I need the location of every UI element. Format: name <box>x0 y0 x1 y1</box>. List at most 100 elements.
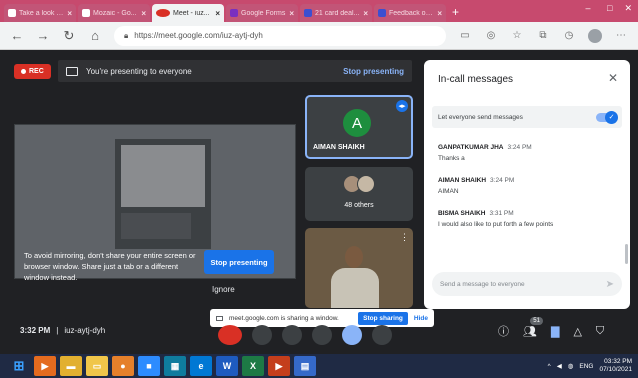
forms-favicon <box>230 9 238 17</box>
close-icon[interactable]: ✕ <box>608 71 618 85</box>
window-icon <box>216 315 223 321</box>
message-time: 3:31 PM <box>489 210 514 217</box>
present-screen-icon <box>66 66 78 76</box>
clock-date: 07/10/2021 <box>599 366 632 373</box>
volume-icon[interactable]: ◀ <box>557 362 562 370</box>
photos-icon[interactable]: ▦ <box>164 356 186 376</box>
minimize-button[interactable]: – <box>581 3 595 14</box>
excel-icon[interactable]: X <box>242 356 264 376</box>
message-header: GANPATKUMAR JHA 3:24 PM <box>438 144 618 151</box>
home-icon[interactable]: ⌂ <box>88 28 102 43</box>
host-controls-icon[interactable]: ⛉ <box>596 325 604 338</box>
close-icon[interactable]: × <box>363 9 368 18</box>
activities-icon[interactable]: △ <box>573 325 581 338</box>
participant-tile-aiman[interactable]: A ◂▸ AIMAN SHAIKH <box>305 95 413 159</box>
browser-tab[interactable]: Take a look at... × <box>4 4 76 22</box>
close-icon[interactable]: × <box>215 9 220 18</box>
meeting-code: iuz-aytj-dyh <box>64 326 106 335</box>
participant-name: AIMAN SHAIKH <box>313 144 365 151</box>
back-icon[interactable]: ← <box>10 28 24 43</box>
forward-icon[interactable]: → <box>36 28 50 43</box>
zoom-icon[interactable]: ■ <box>138 356 160 376</box>
message-input[interactable]: Send a message to everyone ➤ <box>432 272 622 296</box>
stop-presenting-link[interactable]: Stop presenting <box>343 67 404 76</box>
taskbar-clock[interactable]: 03:32 PM 07/10/2021 <box>599 358 632 374</box>
reload-icon[interactable]: ↻ <box>62 28 76 44</box>
check-icon: ✓ <box>605 110 618 124</box>
window-controls: – □ ✕ <box>581 3 633 14</box>
edge-icon[interactable]: e <box>190 356 212 376</box>
captions-button[interactable] <box>312 325 332 345</box>
browser-tab[interactable]: Feedback on... × <box>374 4 446 22</box>
scrollbar[interactable] <box>625 244 628 264</box>
profile-avatar[interactable] <box>588 28 602 43</box>
doc-favicon <box>378 9 386 17</box>
shared-window-preview <box>115 139 211 249</box>
tray-arrow-icon[interactable]: ^ <box>548 363 551 370</box>
browser-tab-active[interactable]: Meet - iuz... × <box>0 4 224 58</box>
app-icon[interactable]: ▤ <box>294 356 316 376</box>
language-indicator[interactable]: ENG <box>579 363 593 370</box>
stop-sharing-button[interactable]: Stop sharing <box>358 311 408 325</box>
clock-time: 03:32 PM <box>604 358 632 365</box>
let-everyone-send-setting: Let everyone send messages ✓ <box>432 106 622 128</box>
presenting-text: You're presenting to everyone <box>86 66 192 76</box>
extension-icon[interactable]: ◎ <box>484 30 498 41</box>
history-icon[interactable]: ◷ <box>562 30 576 41</box>
doc-favicon <box>304 9 312 17</box>
windows-taskbar: ⊞ ▶ ▬ ▭ ● ■ ▦ e W X ▶ ▤ ^ ◀ ◍ ENG 03:32 … <box>0 354 638 378</box>
browser-tab[interactable]: Mozaic - Go... × <box>78 4 150 22</box>
presenting-banner: You're presenting to everyone Stop prese… <box>58 60 412 82</box>
chat-icon[interactable]: ▇ <box>551 325 559 338</box>
close-icon[interactable]: × <box>141 9 146 18</box>
folder-icon[interactable]: ▭ <box>86 356 108 376</box>
firefox-icon[interactable]: ● <box>112 356 134 376</box>
tab-title: Google Forms <box>241 9 286 17</box>
message-text: I would also like to put forth a few poi… <box>438 221 554 228</box>
tab-title: Meet - iuz... <box>173 9 210 17</box>
window-close-button[interactable]: ✕ <box>624 3 632 14</box>
favorite-star-icon[interactable]: ☆ <box>510 30 524 41</box>
ignore-button[interactable]: Ignore <box>212 285 235 294</box>
chat-message: GANPATKUMAR JHA 3:24 PM Thanks a <box>438 144 618 162</box>
browser-tab[interactable]: Google Forms × <box>226 4 298 22</box>
participant-tile-others[interactable]: 48 others <box>305 167 413 221</box>
maximize-button[interactable]: □ <box>607 3 612 14</box>
people-icon[interactable]: 👥︎ 51 <box>523 316 543 338</box>
call-controls <box>218 325 392 345</box>
present-now-button[interactable] <box>342 325 362 345</box>
leave-call-button[interactable] <box>218 325 242 345</box>
powerpoint-icon[interactable]: ▶ <box>268 356 290 376</box>
screen-share-icon[interactable]: ▭ <box>458 30 472 41</box>
more-options-button[interactable] <box>372 325 392 345</box>
others-count: 48 others <box>344 202 374 209</box>
chat-message: AIMAN SHAIKH 3:24 PM AIMAN <box>438 177 618 195</box>
url-field[interactable]: 🔒︎ https://meet.google.com/iuz-aytj-dyh <box>114 25 446 46</box>
file-explorer-icon[interactable]: ▬ <box>60 356 82 376</box>
close-icon[interactable]: × <box>437 9 442 18</box>
more-menu-icon[interactable]: ⋯ <box>614 30 628 41</box>
browser-tab[interactable]: 21 card deal... × <box>300 4 372 22</box>
send-messages-toggle[interactable]: ✓ <box>596 110 618 124</box>
self-camera-tile[interactable]: ⋮ <box>305 228 413 308</box>
mirroring-warning: To avoid mirroring, don't share your ent… <box>24 251 196 282</box>
sharing-text: meet.google.com is sharing a window. <box>229 314 339 322</box>
send-icon[interactable]: ➤ <box>606 279 614 290</box>
tab-title: Take a look at... <box>19 9 65 17</box>
hide-button[interactable]: Hide <box>414 315 428 322</box>
info-icon[interactable]: ⓘ <box>498 323 509 339</box>
more-options-icon[interactable]: ⋮ <box>400 232 409 243</box>
media-player-icon[interactable]: ▶ <box>34 356 56 376</box>
in-call-messages-panel: In-call messages ✕ Let everyone send mes… <box>424 60 630 309</box>
windows-start-icon[interactable]: ⊞ <box>8 356 30 376</box>
camera-button[interactable] <box>282 325 302 345</box>
close-icon[interactable]: × <box>289 9 294 18</box>
meet-top-bar: REC You're presenting to everyone Stop p… <box>14 60 412 82</box>
stop-presenting-button[interactable]: Stop presenting <box>204 250 274 274</box>
network-icon[interactable]: ◍ <box>568 362 574 370</box>
new-tab-button[interactable]: + <box>452 5 459 19</box>
close-icon[interactable]: × <box>67 9 72 18</box>
word-icon[interactable]: W <box>216 356 238 376</box>
collections-icon[interactable]: ⧉ <box>536 30 550 41</box>
microphone-button[interactable] <box>252 325 272 345</box>
